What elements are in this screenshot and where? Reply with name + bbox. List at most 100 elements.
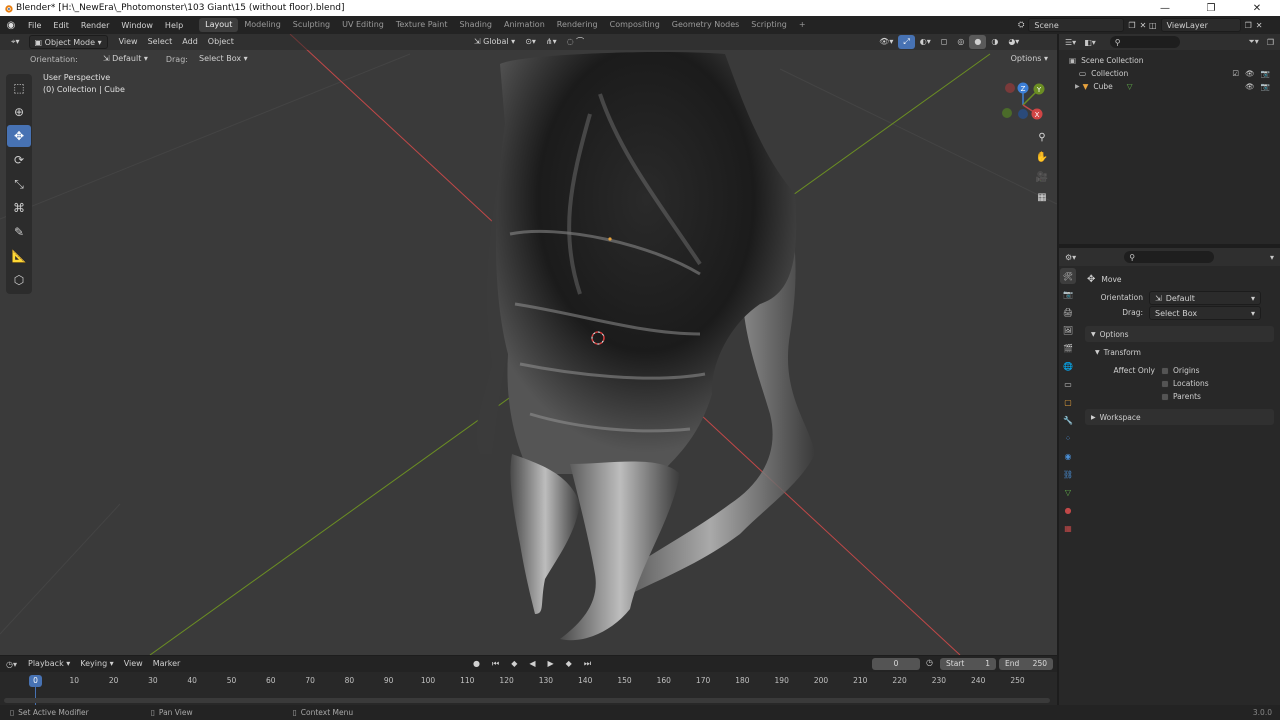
tab-modeling[interactable]: Modeling [238, 18, 286, 32]
material-tab-icon[interactable]: ● [1060, 502, 1076, 518]
scene-icon[interactable]: ⛭ [1018, 20, 1024, 30]
scene-selector[interactable]: Scene [1028, 18, 1125, 32]
timeline-scrollbar[interactable] [4, 698, 1050, 703]
start-frame-field[interactable]: Start 1 [940, 658, 996, 670]
menu-marker[interactable]: Marker [148, 657, 186, 671]
measure-tool-icon[interactable]: 📐 [7, 245, 31, 267]
timeline-editor-icon[interactable]: ◷▾ [6, 660, 17, 669]
visibility-icon[interactable]: 👁▾ [874, 35, 898, 49]
properties-editor-icon[interactable]: ⚙▾ [1065, 253, 1076, 262]
play-reverse-icon[interactable]: ◀ [524, 657, 540, 671]
workspace-panel-header[interactable]: ▶ Workspace [1085, 409, 1274, 425]
pan-hand-icon[interactable]: ✋ [1033, 148, 1051, 166]
tab-scripting[interactable]: Scripting [745, 18, 793, 32]
transform-tool-icon[interactable]: ⌘ [7, 197, 31, 219]
eye-visibility-icon[interactable]: 👁 [1245, 82, 1255, 91]
material-shading-icon[interactable]: ◑ [986, 35, 1003, 49]
editor-type-icon[interactable]: ⌖▾ [6, 35, 25, 49]
outliner-search-input[interactable]: ⚲ [1109, 36, 1180, 48]
jump-end-icon[interactable]: ⏭ [579, 657, 596, 671]
overlay-toggle-icon[interactable]: ◐▾ [915, 35, 936, 49]
transform-subpanel-header[interactable]: ▼ Transform [1081, 344, 1278, 360]
collection-row[interactable]: ▭ Collection ☑ 👁 📷 [1069, 67, 1280, 80]
menu-render[interactable]: Render [75, 21, 115, 30]
timeline-ruler[interactable]: 0 10 20 30 40 50 60 70 80 90 100 110 120 130 140 150 16… [0, 672, 1057, 705]
view-layer-icon[interactable]: ◫ [1149, 21, 1157, 30]
jump-start-icon[interactable]: ⏮ [487, 657, 504, 671]
zoom-icon[interactable]: ⚲ [1033, 128, 1051, 146]
world-tab-icon[interactable]: 🌐 [1060, 358, 1076, 374]
menu-playback[interactable]: Playback ▾ [23, 657, 75, 671]
scene-tab-icon[interactable]: 🎬 [1060, 340, 1076, 356]
orientation-dropdown[interactable]: ⇲ Default ▾ [98, 52, 160, 66]
rendered-shading-icon[interactable]: ◕▾ [1003, 35, 1024, 49]
properties-search-input[interactable]: ⚲ [1124, 251, 1215, 263]
camera-render-icon[interactable]: 📷 [1261, 69, 1270, 78]
tab-compositing[interactable]: Compositing [604, 18, 666, 32]
camera-render-icon[interactable]: 📷 [1261, 82, 1270, 91]
pivot-icon[interactable]: ⊙▾ [520, 35, 541, 49]
prop-drag-dropdown[interactable]: Select Box ▾ [1149, 305, 1261, 320]
menu-timeline-view[interactable]: View [119, 657, 148, 671]
expand-arrow-icon[interactable]: ▶ [1075, 83, 1080, 90]
menu-select[interactable]: Select [143, 35, 178, 49]
modifier-tab-icon[interactable]: 🔧 [1060, 412, 1076, 428]
locations-checkbox[interactable] [1161, 379, 1169, 388]
record-icon[interactable]: ● [468, 657, 485, 671]
outliner-editor-icon[interactable]: ☰▾ [1065, 38, 1076, 47]
playhead[interactable]: 0 [29, 675, 42, 687]
tab-animation[interactable]: Animation [498, 18, 551, 32]
cube-row[interactable]: ▶ ▼ Cube ▽ 👁 📷 [1069, 80, 1280, 93]
scale-tool-icon[interactable]: ⤡ [7, 173, 31, 195]
tool-tab-icon[interactable]: 🛠 [1060, 268, 1076, 284]
options-panel-header[interactable]: ▼ Options [1085, 326, 1274, 342]
tab-layout[interactable]: Layout [199, 18, 239, 32]
menu-view[interactable]: View [114, 35, 143, 49]
menu-keying[interactable]: Keying ▾ [75, 657, 118, 671]
play-icon[interactable]: ▶ [543, 657, 559, 671]
close-window-icon[interactable]: ✕ [1234, 0, 1280, 16]
texture-tab-icon[interactable]: ▦ [1060, 520, 1076, 536]
scene-collection-row[interactable]: ▣ Scene Collection [1069, 54, 1280, 67]
menu-window[interactable]: Window [115, 21, 159, 30]
tab-shading[interactable]: Shading [453, 18, 498, 32]
move-tool-icon[interactable]: ✥ [7, 125, 31, 147]
tab-geometry-nodes[interactable]: Geometry Nodes [666, 18, 745, 32]
output-tab-icon[interactable]: 🖨 [1060, 304, 1076, 320]
blender-menu-icon[interactable]: ◉ [0, 17, 22, 33]
tab-rendering[interactable]: Rendering [551, 18, 604, 32]
new-view-layer-icon[interactable]: ❐ [1245, 21, 1252, 30]
tab-texture-paint[interactable]: Texture Paint [390, 18, 454, 32]
particles-tab-icon[interactable]: ⁘ [1060, 430, 1076, 446]
select-box-tool-icon[interactable]: ⬚ [7, 77, 31, 99]
transform-orientation[interactable]: ⇲ Global ▾ [469, 35, 520, 49]
delete-view-layer-icon[interactable]: ✕ [1256, 21, 1263, 30]
3d-viewport[interactable]: ⌖▾ ▣ Object Mode ▾ View Select Add Objec… [0, 34, 1057, 655]
collection-tab-icon[interactable]: ▭ [1060, 376, 1076, 392]
minimize-icon[interactable]: — [1142, 0, 1188, 16]
outliner-display-mode-icon[interactable]: ◧▾ [1084, 38, 1096, 47]
ortho-grid-icon[interactable]: ▦ [1033, 188, 1051, 206]
menu-help[interactable]: Help [159, 21, 189, 30]
menu-edit[interactable]: Edit [47, 21, 75, 30]
menu-add[interactable]: Add [177, 35, 203, 49]
proportional-edit-icon[interactable]: ◌ ⌒ [562, 35, 590, 49]
view-layer-selector[interactable]: ViewLayer [1160, 18, 1241, 32]
add-workspace-icon[interactable]: + [793, 18, 812, 32]
camera-view-icon[interactable]: 🎥 [1033, 168, 1051, 186]
menu-object[interactable]: Object [203, 35, 239, 49]
prev-keyframe-icon[interactable]: ◆ [506, 657, 522, 671]
add-cube-tool-icon[interactable]: ⬡ [7, 269, 31, 291]
menu-file[interactable]: File [22, 21, 47, 30]
snap-icon[interactable]: ⋔▾ [541, 35, 562, 49]
clock-icon[interactable]: ◷ [926, 658, 933, 667]
properties-options-icon[interactable]: ▾ [1270, 253, 1274, 262]
new-scene-icon[interactable]: ❐ [1128, 21, 1135, 30]
filter-icon[interactable]: ⏷▾ [1248, 37, 1258, 47]
tab-uv-editing[interactable]: UV Editing [336, 18, 390, 32]
exclude-checkbox-icon[interactable]: ☑ [1232, 69, 1239, 78]
tab-sculpting[interactable]: Sculpting [287, 18, 336, 32]
current-frame-field[interactable]: 0 [872, 658, 920, 670]
parents-checkbox[interactable] [1161, 392, 1169, 401]
delete-scene-icon[interactable]: ✕ [1140, 21, 1147, 30]
